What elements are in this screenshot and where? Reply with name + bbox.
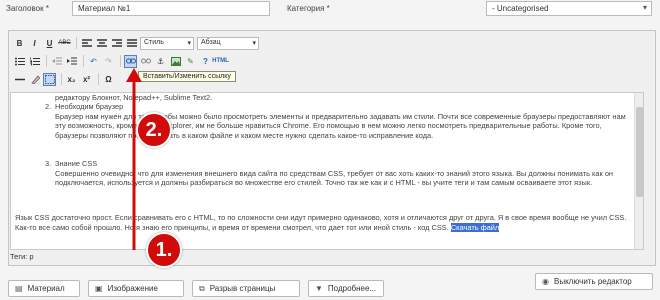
special-char-icon[interactable]: Ω [102, 73, 115, 86]
undo-icon[interactable]: ↶ [87, 55, 100, 68]
italic-icon[interactable]: I [28, 37, 41, 50]
indent-icon[interactable] [65, 55, 78, 68]
editor-content[interactable]: редактору Блокнот, Notepad++, Sublime Te… [10, 92, 644, 250]
toolbar-row-3: x₂ x² Ω [13, 71, 117, 87]
toolbar-separator [83, 55, 84, 67]
format-select-value: Абзац [201, 38, 221, 46]
format-select[interactable]: Абзац ▾ [197, 36, 259, 50]
chevron-down-icon: ▼ [315, 284, 323, 293]
category-select[interactable]: - Uncategorised ▾ [486, 1, 652, 16]
html-icon[interactable]: HTML [212, 55, 229, 68]
image-button[interactable]: ▣ Изображение [88, 280, 184, 297]
step-1-badge: 1. [146, 232, 182, 268]
scrollbar-thumb[interactable] [636, 107, 643, 197]
annotation-arrow [126, 68, 142, 250]
readmore-button[interactable]: ▼ Подробнее... [308, 280, 384, 297]
bold-icon[interactable]: B [13, 37, 26, 50]
toolbar-separator [46, 55, 47, 67]
pagebreak-button-label: Разрыв страницы [209, 284, 276, 293]
underline-icon[interactable]: U [43, 37, 56, 50]
visual-aid-icon[interactable] [43, 72, 56, 86]
subscript-icon[interactable]: x₂ [65, 73, 78, 86]
align-right-icon[interactable] [110, 37, 123, 50]
toggle-editor-button-label: Выключить редактор [553, 277, 632, 286]
list-number: 3. [45, 159, 52, 168]
title-label: Заголовок * [6, 4, 49, 13]
paragraph: Язык CSS достаточно прост. Если сравнива… [15, 213, 631, 232]
step-2-badge: 2. [136, 112, 172, 148]
chevron-down-icon: ▾ [252, 39, 256, 47]
chevron-down-icon: ▾ [187, 39, 191, 47]
paragraph-text: Язык CSS достаточно прост. Если сравнива… [15, 213, 627, 232]
help-icon[interactable]: ? [199, 55, 212, 68]
scrollbar[interactable] [634, 93, 643, 249]
editor-path: Теги: p [10, 252, 34, 261]
toolbar-row-1: B I U ABC Стиль ▾ Абзац ▾ [13, 35, 262, 51]
align-left-icon[interactable] [80, 37, 93, 50]
outdent-icon[interactable] [50, 55, 63, 68]
article-button-label: Материал [27, 284, 65, 293]
superscript-icon[interactable]: x² [80, 73, 93, 86]
category-label: Категория * [287, 4, 330, 13]
numbered-list-icon[interactable] [28, 55, 41, 68]
title-input[interactable]: Материал №1 [72, 1, 270, 16]
align-center-icon[interactable] [95, 37, 108, 50]
copy-icon: ⧉ [199, 283, 205, 293]
article-button[interactable]: ▤ Материал [8, 280, 80, 297]
image-icon: ▣ [95, 284, 103, 293]
readmore-button-label: Подробнее... [327, 284, 377, 293]
list-number: 2. [45, 102, 52, 111]
pagebreak-button[interactable]: ⧉ Разрыв страницы [192, 280, 300, 297]
article-icon: ▤ [15, 284, 23, 293]
cleanup-icon[interactable]: ✎ [184, 55, 197, 68]
toggle-editor-button[interactable]: ◉ Выключить редактор [535, 273, 653, 290]
redo-icon[interactable]: ↷ [102, 55, 115, 68]
chevron-down-icon: ▾ [642, 3, 647, 12]
image-icon[interactable] [169, 55, 182, 68]
style-select[interactable]: Стиль ▾ [140, 36, 194, 50]
anchor-icon[interactable]: ⚓ [154, 55, 167, 68]
toolbar-separator [98, 73, 99, 85]
category-value: - Uncategorised [492, 4, 549, 13]
image-button-label: Изображение [107, 284, 158, 293]
toolbar-separator [76, 37, 77, 49]
style-select-value: Стиль [144, 38, 164, 46]
strikethrough-icon[interactable]: ABC [58, 37, 71, 50]
toolbar-separator [61, 73, 62, 85]
link-tooltip: Вставить/Изменить ссылку [138, 71, 236, 82]
eye-icon: ◉ [542, 277, 549, 286]
selected-text[interactable]: Скачать файл [450, 222, 500, 232]
align-justify-icon[interactable] [125, 37, 138, 50]
bullet-list-icon[interactable] [13, 55, 26, 68]
eraser-icon[interactable] [28, 73, 41, 86]
horizontal-rule-icon[interactable] [13, 73, 26, 86]
